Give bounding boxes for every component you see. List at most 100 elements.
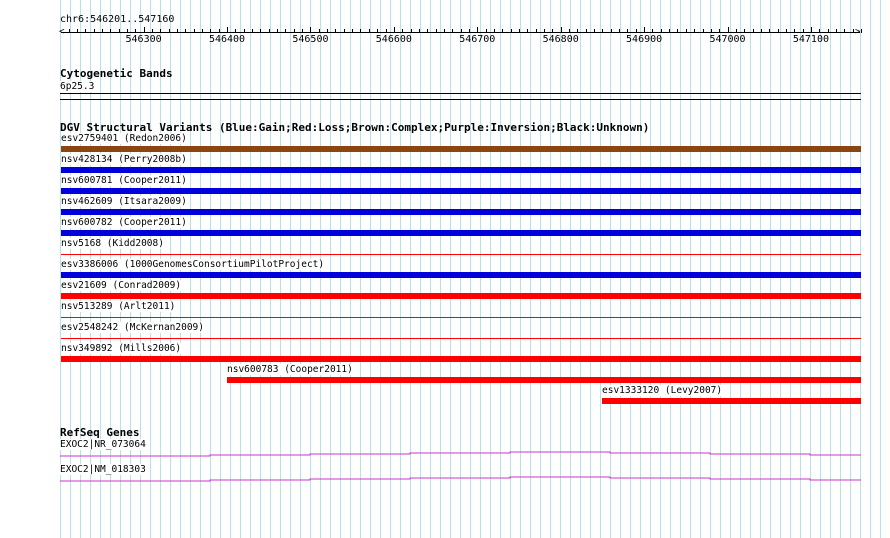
ruler-minor-tick: [519, 29, 520, 33]
variant-label[interactable]: nsv5168 (Kidd2008): [61, 238, 166, 249]
ruler-major-tick: [144, 27, 145, 33]
gene-intron-line: [60, 451, 861, 457]
variant-label[interactable]: esv2759401 (Redon2006): [61, 133, 189, 144]
ruler-minor-tick: [861, 29, 862, 33]
ruler-major-tick: [477, 27, 478, 33]
variant-bar-loss[interactable]: [61, 356, 861, 362]
variant-label[interactable]: esv2548242 (McKernan2009): [61, 322, 206, 333]
ruler-minor-tick: [202, 29, 203, 33]
variant-bar-complex[interactable]: [61, 146, 861, 152]
ruler-minor-tick: [360, 29, 361, 33]
ruler-minor-tick: [185, 29, 186, 33]
ruler-tick-label: 546800: [542, 34, 579, 45]
ruler-minor-tick: [269, 29, 270, 33]
grid-line: [870, 0, 871, 538]
ruler-minor-tick: [327, 29, 328, 33]
ruler-minor-tick: [711, 29, 712, 33]
ruler-minor-tick: [703, 29, 704, 33]
ruler-minor-tick: [436, 29, 437, 33]
ruler-minor-tick: [152, 29, 153, 33]
ruler-minor-tick: [636, 29, 637, 33]
cytoband-label: 6p25.3: [60, 81, 97, 92]
ruler-minor-tick: [778, 29, 779, 33]
ruler-tick-label: 546900: [626, 34, 663, 45]
ruler-major-tick: [728, 27, 729, 33]
ruler-minor-tick: [102, 29, 103, 33]
genome-browser: chr6:546201..547160 < > 546300 546400 5465…: [0, 0, 890, 538]
ruler-minor-tick: [602, 29, 603, 33]
ruler-minor-tick: [177, 29, 178, 33]
ruler-minor-tick: [753, 29, 754, 33]
ruler-minor-tick: [694, 29, 695, 33]
ruler-minor-tick: [319, 29, 320, 33]
variant-label[interactable]: nsv600782 (Cooper2011): [61, 217, 189, 228]
gene-label[interactable]: EXOC2|NM_018303: [60, 464, 148, 475]
variant-label[interactable]: nsv600783 (Cooper2011): [227, 364, 355, 375]
variant-bar-loss[interactable]: [61, 317, 861, 318]
ruler-minor-tick: [586, 29, 587, 33]
variant-bar-loss[interactable]: [227, 377, 861, 383]
variant-label[interactable]: nsv349892 (Mills2006): [61, 343, 184, 354]
variant-bar-gain[interactable]: [61, 188, 861, 194]
ruler-minor-tick: [552, 29, 553, 33]
variant-label[interactable]: esv3386006 (1000GenomesConsortiumPilotPr…: [61, 259, 327, 270]
ruler-minor-tick: [836, 29, 837, 33]
ruler-minor-tick: [853, 29, 854, 33]
ruler-minor-tick: [652, 29, 653, 33]
refseq-track-title[interactable]: RefSeq Genes: [60, 426, 139, 439]
variant-bar-loss[interactable]: [61, 293, 861, 299]
variant-label[interactable]: nsv600781 (Cooper2011): [61, 175, 189, 186]
ruler-minor-tick: [494, 29, 495, 33]
variant-bar-gain[interactable]: [61, 209, 861, 215]
ruler-minor-tick: [486, 29, 487, 33]
cytoband-top-line: [60, 93, 861, 94]
ruler-minor-tick: [160, 29, 161, 33]
ruler-minor-tick: [502, 29, 503, 33]
variant-label[interactable]: nsv462609 (Itsara2009): [61, 196, 189, 207]
ruler-minor-tick: [194, 29, 195, 33]
ruler-minor-tick: [94, 29, 95, 33]
ruler-minor-tick: [577, 29, 578, 33]
ruler-minor-tick: [335, 29, 336, 33]
variant-bar-loss[interactable]: [602, 398, 861, 404]
ruler-minor-tick: [377, 29, 378, 33]
variant-bar-loss[interactable]: [61, 254, 861, 255]
ruler-minor-tick: [611, 29, 612, 33]
variant-label[interactable]: nsv428134 (Perry2008b): [61, 154, 189, 165]
ruler-minor-tick: [344, 29, 345, 33]
variant-bar-gain[interactable]: [61, 272, 861, 278]
ruler-tick-label: 547000: [709, 34, 746, 45]
variant-bar-gain[interactable]: [61, 167, 861, 173]
ruler-minor-tick: [511, 29, 512, 33]
variant-label[interactable]: esv1333120 (Levy2007): [602, 385, 725, 396]
variant-label[interactable]: nsv513289 (Arlt2011): [61, 301, 178, 312]
variant-label[interactable]: esv21609 (Conrad2009): [61, 280, 184, 291]
ruler-minor-tick: [527, 29, 528, 33]
ruler-major-tick: [227, 27, 228, 33]
gene-line[interactable]: [60, 475, 862, 483]
variant-bar-gain[interactable]: [61, 230, 861, 236]
ruler-minor-tick: [127, 29, 128, 33]
ruler-minor-tick: [110, 29, 111, 33]
variant-bar-loss[interactable]: [61, 338, 861, 339]
gene-label[interactable]: EXOC2|NR_073064: [60, 439, 148, 450]
ruler-minor-tick: [69, 29, 70, 33]
cytoband-track-title[interactable]: Cytogenetic Bands: [60, 67, 173, 80]
ruler-tick-label: 546500: [292, 34, 329, 45]
ruler-minor-tick: [244, 29, 245, 33]
ruler-minor-tick: [761, 29, 762, 33]
ruler-minor-tick: [277, 29, 278, 33]
ruler-minor-tick: [235, 29, 236, 33]
ruler-tick-label: 546300: [125, 34, 162, 45]
ruler-tick-label: 546700: [459, 34, 496, 45]
ruler-minor-tick: [427, 29, 428, 33]
ruler-minor-tick: [260, 29, 261, 33]
ruler-minor-tick: [627, 29, 628, 33]
ruler-minor-tick: [677, 29, 678, 33]
ruler-left-arrow-icon: <: [59, 27, 65, 37]
ruler-minor-tick: [786, 29, 787, 33]
ruler-minor-tick: [402, 29, 403, 33]
ruler-minor-tick: [369, 29, 370, 33]
ruler-minor-tick: [210, 29, 211, 33]
gene-line[interactable]: [60, 450, 862, 458]
